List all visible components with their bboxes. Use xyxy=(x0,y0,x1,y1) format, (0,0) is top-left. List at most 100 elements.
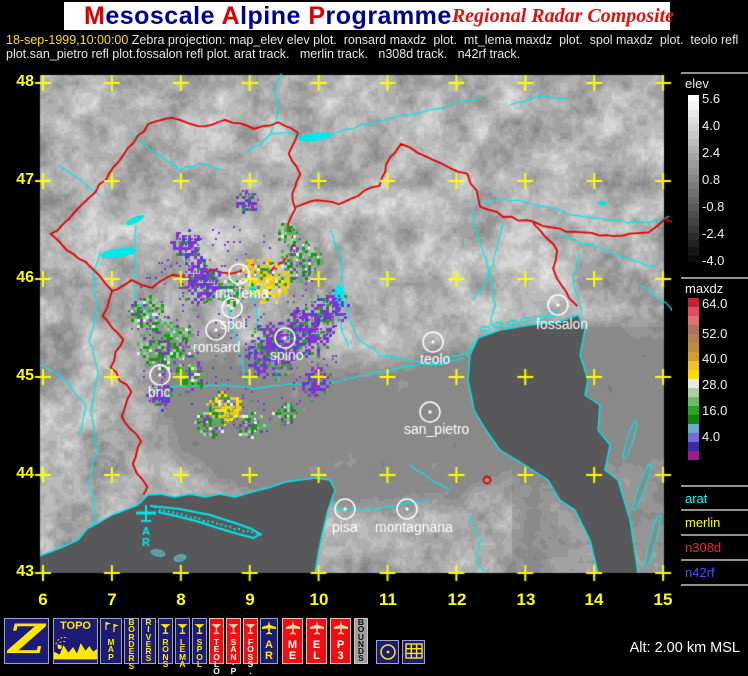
maxdz-colorbar-segment xyxy=(688,397,699,406)
maxdz-colorbar-segment xyxy=(688,424,699,433)
toolbar-button-borders[interactable]: BORDERS xyxy=(124,618,139,670)
button-label: BOUNDS xyxy=(357,617,365,664)
toolbar-button-topo[interactable]: TOPO xyxy=(53,618,98,664)
lon-label-10: 10 xyxy=(309,590,329,609)
airplane-icon xyxy=(309,621,324,635)
elev-colorbar-segment xyxy=(688,189,699,197)
button-label: SPOL xyxy=(196,637,203,669)
divider xyxy=(681,509,748,511)
elev-tick: 5.6 xyxy=(702,91,721,106)
toolbar-button-el[interactable]: EL xyxy=(306,618,327,664)
title-initial: M xyxy=(84,1,106,30)
maxdz-tick: 28.0 xyxy=(702,377,728,392)
elev-colorbar-segment xyxy=(688,109,699,117)
elev-tick: -2.4 xyxy=(702,226,725,241)
maxdz-colorbar-segment xyxy=(688,316,699,325)
elev-colorbar-segment xyxy=(688,174,699,182)
toolbar-button-foss[interactable]: FOSS. xyxy=(243,618,258,676)
radar-dish-icon xyxy=(160,624,171,634)
maxdz-colorbar-segment xyxy=(688,370,699,379)
radar-map-canvas[interactable] xyxy=(32,67,672,583)
toolbar-button-marker[interactable] xyxy=(376,640,399,664)
toolbar-button-me[interactable]: ME xyxy=(282,618,303,664)
status-line-2: plot.san_pietro refl plot.fossalon refl … xyxy=(6,47,521,61)
lon-label-13: 13 xyxy=(516,590,536,609)
button-label: EL xyxy=(312,639,321,662)
lon-label-11: 11 xyxy=(379,590,397,609)
track-legend-n42rf: n42rf xyxy=(685,565,715,580)
maxdz-colorbar-segment xyxy=(688,334,699,343)
maxdz-colorbar-segment xyxy=(688,298,699,307)
app-title: Mesoscale Alpine Programme xyxy=(84,1,452,30)
maxdz-tick: 40.0 xyxy=(702,351,728,366)
button-label: RIVERS xyxy=(145,617,152,664)
button-label: S A N · P xyxy=(230,637,237,676)
toolbar-button-ar[interactable]: AR xyxy=(260,618,278,664)
maxdz-colorbar-segment xyxy=(688,361,699,370)
toolbar-button-teolo[interactable]: TEOLO xyxy=(209,618,224,676)
track-legend-merlin: merlin xyxy=(685,515,721,530)
maxdz-tick: 16.0 xyxy=(702,403,728,418)
maxdz-colorbar-segment xyxy=(688,451,699,460)
maxdz-tick: 64.0 xyxy=(702,296,728,311)
maxdz-tick: 52.0 xyxy=(702,326,728,341)
lon-label-14: 14 xyxy=(584,590,604,609)
divider xyxy=(681,72,748,74)
maxdz-colorbar-segment xyxy=(688,433,699,442)
lon-label-6: 6 xyxy=(38,590,48,609)
plane-wrap xyxy=(309,621,324,640)
elev-tick: -4.0 xyxy=(702,253,725,268)
elev-colorbar-segment xyxy=(688,102,699,110)
button-label: ME xyxy=(287,639,298,662)
maxdz-colorbar-segment xyxy=(688,388,699,397)
elev-colorbar-segment xyxy=(688,247,699,255)
lat-label-47: 47 xyxy=(16,171,34,188)
elev-colorbar-segment xyxy=(688,95,699,103)
lon-label-12: 12 xyxy=(447,590,467,609)
elev-tick: 0.8 xyxy=(702,172,721,187)
maxdz-colorbar-segment xyxy=(688,352,699,361)
maxdz-scale-title: maxdz xyxy=(685,281,724,296)
maxdz-tick: 4.0 xyxy=(702,429,721,444)
toolbar-button-spol[interactable]: SPOL xyxy=(192,618,207,668)
lat-label-45: 45 xyxy=(16,367,34,384)
toolbar-button-sanp[interactable]: S A N · P xyxy=(226,618,241,676)
button-label: TEOLO xyxy=(213,637,220,676)
elev-colorbar-segment xyxy=(688,261,699,269)
toolbar-button-grid[interactable] xyxy=(402,640,425,664)
station-marker-icon xyxy=(379,644,396,660)
button-label: LEMA xyxy=(178,637,187,669)
toolbar-button-p3[interactable]: P3 xyxy=(330,618,351,664)
status-line-1: 18-sep-1999,10:00:00 Zebra projection: m… xyxy=(6,33,738,47)
lat-label-48: 48 xyxy=(16,73,34,90)
lon-label-9: 9 xyxy=(245,590,255,609)
elev-colorbar-segment xyxy=(688,116,699,124)
radar-dish-icon xyxy=(177,624,188,634)
elev-colorbar-segment xyxy=(688,232,699,240)
toolbar-button-bounds[interactable]: BOUNDS xyxy=(354,618,368,664)
divider xyxy=(681,277,748,279)
toolbar-button-zebra[interactable]: Z xyxy=(4,618,49,664)
toolbar-button-rons[interactable]: RONS xyxy=(158,618,173,668)
button-label: RONS xyxy=(162,637,169,669)
maxdz-colorbar-segment xyxy=(688,442,699,451)
toolbar-button-map[interactable]: MAP xyxy=(100,618,122,664)
lat-label-46: 46 xyxy=(16,269,34,286)
elev-colorbar-segment xyxy=(688,131,699,139)
toolbar-button-lema[interactable]: LEMA xyxy=(175,618,190,668)
plane-wrap xyxy=(333,621,348,640)
lon-label-8: 8 xyxy=(176,590,186,609)
airplane-icon xyxy=(333,621,348,635)
elev-scale-title: elev xyxy=(685,76,709,91)
maxdz-colorbar-segment xyxy=(688,343,699,352)
maxdz-colorbar-segment xyxy=(688,415,699,424)
maxdz-colorbar xyxy=(688,298,699,460)
track-legend-n308d: n308d xyxy=(685,540,722,555)
elev-colorbar-segment xyxy=(688,225,699,233)
elev-colorbar-segment xyxy=(688,124,699,132)
elev-colorbar-segment xyxy=(688,160,699,168)
toolbar-button-rivers[interactable]: RIVERS xyxy=(141,618,156,664)
button-label: TOPO xyxy=(60,620,91,632)
elev-colorbar-segment xyxy=(688,167,699,175)
elev-colorbar-segment xyxy=(688,196,699,204)
